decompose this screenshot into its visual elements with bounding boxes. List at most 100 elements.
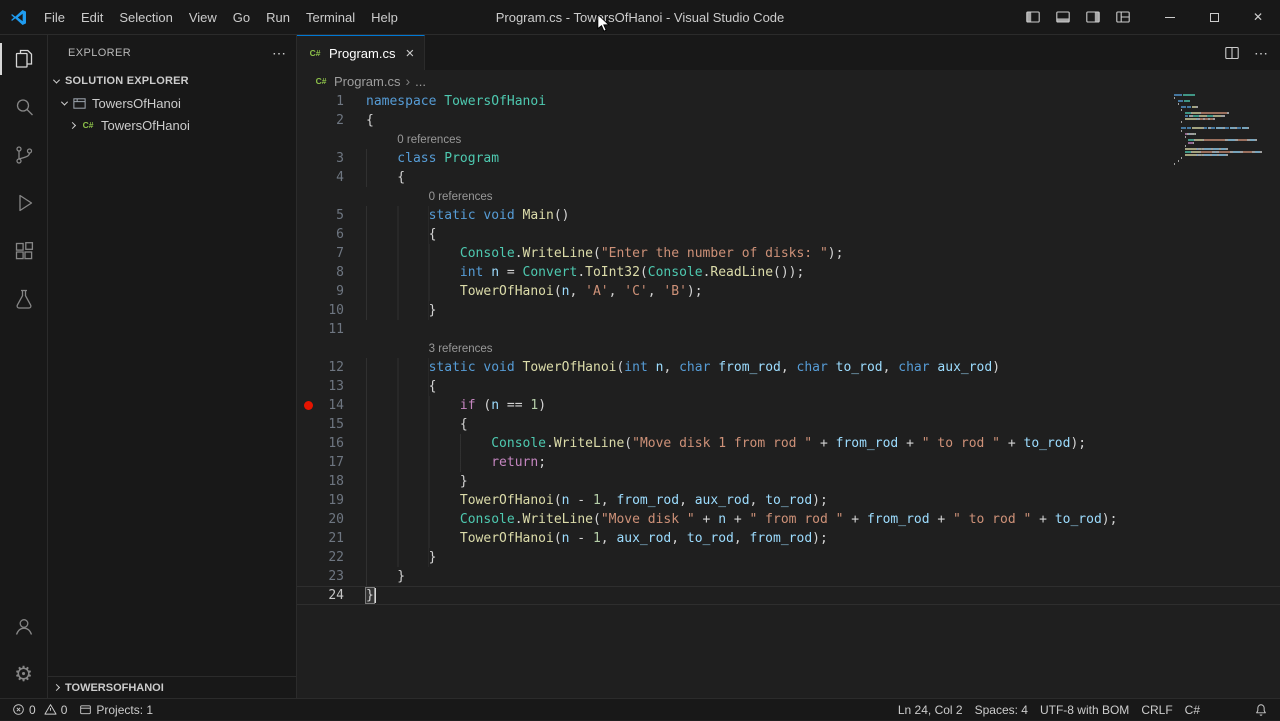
toggle-panel-icon[interactable] (1052, 6, 1074, 28)
code-line[interactable]: 21TowerOfHanoi(n - 1, aux_rod, to_rod, f… (297, 529, 1280, 548)
menu-help[interactable]: Help (363, 0, 406, 34)
breakpoint-margin[interactable] (297, 111, 319, 130)
encoding-setting[interactable]: UTF-8 with BOM (1034, 699, 1135, 721)
line-number[interactable]: 17 (319, 453, 344, 472)
breakpoint-margin[interactable] (297, 206, 319, 225)
split-editor-icon[interactable] (1224, 45, 1240, 61)
codelens-references[interactable]: 3 references (429, 343, 493, 355)
breakpoint-margin[interactable] (297, 244, 319, 263)
code-line[interactable]: 19TowerOfHanoi(n - 1, from_rod, aux_rod,… (297, 491, 1280, 510)
code-line[interactable]: 16Console.WriteLine("Move disk 1 from ro… (297, 434, 1280, 453)
line-number[interactable]: 7 (319, 244, 344, 263)
line-number[interactable]: 6 (319, 225, 344, 244)
code-line[interactable]: 15{ (297, 415, 1280, 434)
code-line[interactable]: 10} (297, 301, 1280, 320)
breakpoint-margin[interactable] (297, 282, 319, 301)
breakpoint-margin[interactable] (297, 472, 319, 491)
breakpoint-margin[interactable] (297, 491, 319, 510)
line-number[interactable]: 3 (319, 149, 344, 168)
tab-close-icon[interactable]: × (405, 46, 414, 61)
editor-more-actions-icon[interactable]: ⋯ (1254, 46, 1268, 60)
line-number[interactable]: 8 (319, 263, 344, 282)
line-number[interactable]: 11 (319, 320, 344, 339)
breakpoint-margin[interactable] (297, 130, 319, 149)
line-number[interactable]: 19 (319, 491, 344, 510)
breakpoint-margin[interactable] (297, 301, 319, 320)
code-line[interactable]: 5static void Main() (297, 206, 1280, 225)
toggle-secondary-sidebar-icon[interactable] (1082, 6, 1104, 28)
line-number[interactable]: 1 (319, 92, 344, 111)
settings-button[interactable]: ⚙ (0, 650, 47, 698)
line-number[interactable]: 14 (319, 396, 344, 415)
language-mode[interactable]: C# (1179, 699, 1206, 721)
code-line[interactable]: 3class Program (297, 149, 1280, 168)
code-line[interactable]: 1namespace TowersOfHanoi (297, 92, 1280, 111)
breadcrumb-file[interactable]: Program.cs (334, 74, 400, 89)
section-towersofhanoi[interactable]: TOWERSOFHANOI (48, 676, 296, 698)
tree-item-project[interactable]: C# TowersOfHanoi (48, 114, 296, 136)
code-line[interactable]: 11 (297, 320, 1280, 339)
breakpoint-margin[interactable] (297, 92, 319, 111)
breakpoint-margin[interactable] (297, 396, 319, 415)
menu-edit[interactable]: Edit (73, 0, 111, 34)
eol-setting[interactable]: CRLF (1135, 699, 1178, 721)
line-number[interactable]: 15 (319, 415, 344, 434)
breakpoint-dot[interactable] (304, 401, 313, 410)
breakpoint-margin[interactable] (297, 358, 319, 377)
codelens-references[interactable]: 0 references (397, 134, 461, 146)
section-solution-explorer[interactable]: SOLUTION EXPLORER (48, 70, 296, 92)
more-actions-icon[interactable]: ⋯ (272, 46, 286, 60)
notifications-button[interactable] (1248, 699, 1274, 721)
line-number[interactable]: 10 (319, 301, 344, 320)
line-number[interactable]: 12 (319, 358, 344, 377)
sidebar-item-explorer[interactable] (0, 35, 47, 83)
line-number[interactable]: 24 (319, 586, 344, 605)
line-number[interactable]: 22 (319, 548, 344, 567)
code-line[interactable]: 8int n = Convert.ToInt32(Console.ReadLin… (297, 263, 1280, 282)
breakpoint-margin[interactable] (297, 263, 319, 282)
code-editor[interactable]: 1namespace TowersOfHanoi2{0 references3c… (297, 92, 1280, 698)
breakpoint-margin[interactable] (297, 187, 319, 206)
breakpoint-margin[interactable] (297, 225, 319, 244)
line-number[interactable] (319, 339, 344, 358)
line-number[interactable]: 20 (319, 510, 344, 529)
breakpoint-margin[interactable] (297, 168, 319, 187)
breakpoint-margin[interactable] (297, 586, 319, 605)
code-line[interactable]: 23} (297, 567, 1280, 586)
line-number[interactable]: 2 (319, 111, 344, 130)
code-line[interactable]: 13{ (297, 377, 1280, 396)
code-line[interactable]: 24} (297, 586, 1280, 605)
line-number[interactable]: 23 (319, 567, 344, 586)
breakpoint-margin[interactable] (297, 415, 319, 434)
code-line[interactable]: 9TowerOfHanoi(n, 'A', 'C', 'B'); (297, 282, 1280, 301)
projects-status[interactable]: Projects: 1 (73, 699, 159, 721)
code-line[interactable]: 6{ (297, 225, 1280, 244)
line-number[interactable]: 5 (319, 206, 344, 225)
breakpoint-margin[interactable] (297, 434, 319, 453)
customize-layout-icon[interactable] (1112, 6, 1134, 28)
breakpoint-margin[interactable] (297, 453, 319, 472)
minimap[interactable] (1174, 94, 1266, 166)
sidebar-item-extensions[interactable] (0, 227, 47, 275)
menu-view[interactable]: View (181, 0, 225, 34)
breakpoint-margin[interactable] (297, 339, 319, 358)
code-line[interactable]: 4{ (297, 168, 1280, 187)
code-line[interactable]: 17return; (297, 453, 1280, 472)
code-line[interactable]: 22} (297, 548, 1280, 567)
breadcrumb-symbol[interactable]: ... (415, 74, 426, 89)
breakpoint-margin[interactable] (297, 377, 319, 396)
line-number[interactable] (319, 130, 344, 149)
tab-program-cs[interactable]: C# Program.cs × (297, 35, 425, 70)
vscode-logo-icon[interactable] (0, 9, 36, 26)
breakpoint-margin[interactable] (297, 510, 319, 529)
code-line[interactable]: 12static void TowerOfHanoi(int n, char f… (297, 358, 1280, 377)
code-line[interactable]: 18} (297, 472, 1280, 491)
breakpoint-margin[interactable] (297, 149, 319, 168)
cursor-position[interactable]: Ln 24, Col 2 (892, 699, 969, 721)
line-number[interactable]: 4 (319, 168, 344, 187)
code-line[interactable]: 20Console.WriteLine("Move disk " + n + "… (297, 510, 1280, 529)
breakpoint-margin[interactable] (297, 567, 319, 586)
menu-file[interactable]: File (36, 0, 73, 34)
breakpoint-margin[interactable] (297, 529, 319, 548)
close-button[interactable]: ✕ (1236, 0, 1280, 35)
